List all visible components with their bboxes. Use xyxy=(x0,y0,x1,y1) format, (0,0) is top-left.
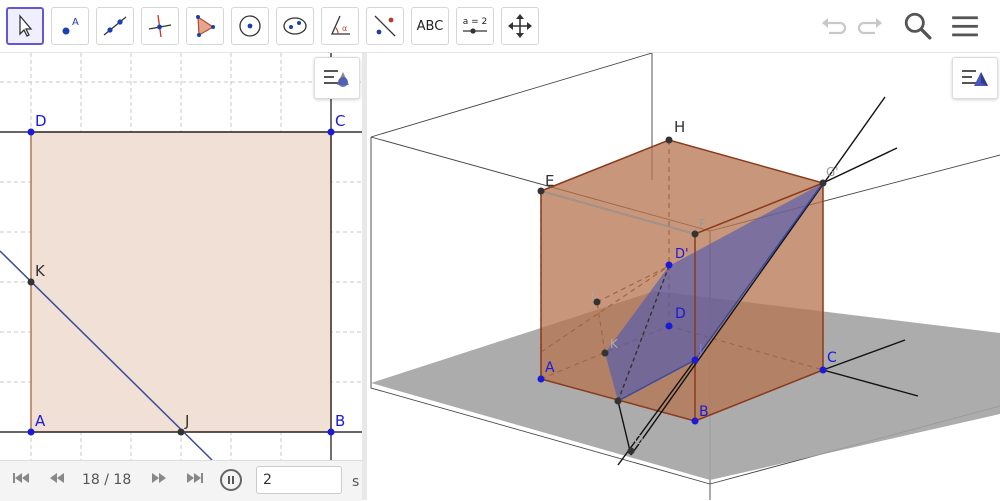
menu-icon xyxy=(952,16,978,37)
redo-button[interactable] xyxy=(854,9,888,43)
label-h-3d: H xyxy=(674,118,685,136)
point-h-3d[interactable] xyxy=(665,136,673,144)
label-q-3d: O xyxy=(634,433,643,447)
polygon-tool-button[interactable] xyxy=(186,7,224,45)
point-q-3d[interactable] xyxy=(627,447,635,455)
last-frame-button[interactable] xyxy=(186,471,204,489)
point-d-3d[interactable] xyxy=(665,322,673,330)
svg-text:α: α xyxy=(342,24,347,33)
point-c-2d[interactable] xyxy=(327,128,335,136)
point-dprime-3d[interactable] xyxy=(665,261,673,269)
point-j-2d[interactable] xyxy=(177,428,185,436)
line-tool-button[interactable] xyxy=(96,7,134,45)
main-menu-button[interactable] xyxy=(948,9,982,43)
label-f-3d: F xyxy=(699,217,706,231)
point-i-3d[interactable] xyxy=(593,298,601,306)
perpendicular-line-tool-button[interactable] xyxy=(141,7,179,45)
step-back-button[interactable] xyxy=(48,471,66,489)
label-e-3d: E xyxy=(545,172,554,190)
undo-button[interactable] xyxy=(816,9,850,43)
point-e-3d[interactable] xyxy=(537,187,545,195)
rewind-icon xyxy=(50,473,64,483)
slider-tool-button[interactable]: a = 2 xyxy=(456,7,494,45)
redo-icon xyxy=(857,18,882,35)
polygon-icon xyxy=(196,15,215,37)
point-z-3d[interactable] xyxy=(601,349,609,357)
label-z-3d: K xyxy=(610,337,619,351)
line-through-points-icon xyxy=(103,16,127,36)
move-arrows-icon xyxy=(508,14,532,38)
label-c-3d: C xyxy=(827,350,837,366)
undo-icon xyxy=(822,18,847,35)
square-face-abcd[interactable] xyxy=(30,131,332,433)
ellipse-tool-button[interactable] xyxy=(276,7,314,45)
angle-tool-button[interactable]: α xyxy=(321,7,359,45)
graphics-canvas-3d[interactable]: H E F G' D' D A B C J I K O xyxy=(367,53,1000,500)
move-graphics-view-tool-button[interactable] xyxy=(501,7,539,45)
circle-tool-button[interactable] xyxy=(231,7,269,45)
point-g-3d[interactable] xyxy=(819,179,827,187)
first-frame-button[interactable] xyxy=(12,471,30,489)
label-a-3d: A xyxy=(545,360,555,376)
speed-unit-label: s xyxy=(352,474,360,490)
point-f-3d[interactable] xyxy=(691,230,699,238)
point-j-3d[interactable] xyxy=(614,397,622,405)
pause-icon xyxy=(228,476,234,484)
point-b-3d[interactable] xyxy=(691,417,699,425)
toolbar: A α ABC a = 2 xyxy=(0,0,1000,53)
point-tool-button[interactable]: A xyxy=(51,7,89,45)
label-a-2d: A xyxy=(35,412,46,430)
style-bar-3d-icon xyxy=(962,70,988,86)
label-dprime-3d: D' xyxy=(675,247,689,262)
search-button[interactable] xyxy=(901,9,935,43)
animation-playbar: 18 / 18 s xyxy=(0,460,362,501)
cursor-arrow-icon xyxy=(19,14,33,37)
graphics-view-3d[interactable]: H E F G' D' D A B C J I K O xyxy=(367,53,1000,500)
slider-icon-label: a = 2 xyxy=(462,17,488,27)
graphics-canvas-2d[interactable]: D C K A B J xyxy=(0,53,362,460)
point-a-2d[interactable] xyxy=(27,428,35,436)
graphics-view-2d[interactable]: D C K A B J xyxy=(0,53,362,460)
skip-to-start-icon xyxy=(13,473,29,483)
pause-button[interactable] xyxy=(220,469,242,491)
point-icon-label: A xyxy=(72,17,79,28)
step-forward-button[interactable] xyxy=(150,471,168,489)
skip-to-end-icon xyxy=(187,473,203,483)
point-b-2d[interactable] xyxy=(327,428,335,436)
label-b-3d: B xyxy=(699,404,709,420)
point-c-3d[interactable] xyxy=(819,366,827,374)
label-y-3d: J xyxy=(698,342,703,356)
label-b-2d: B xyxy=(335,412,345,430)
style-bar-2d-icon xyxy=(324,70,349,87)
fast-forward-icon xyxy=(152,473,166,483)
move-tool-button[interactable] xyxy=(6,7,44,45)
graphics-style-bar-button[interactable] xyxy=(314,57,360,99)
text-tool-button[interactable]: ABC xyxy=(411,7,449,45)
label-c-2d: C xyxy=(335,112,345,130)
label-k-2d: K xyxy=(35,262,46,280)
label-j-2d: J xyxy=(184,412,189,430)
text-icon: ABC xyxy=(416,18,444,34)
animation-speed-input[interactable] xyxy=(256,466,342,494)
label-d-3d: D xyxy=(675,306,686,322)
point-d-2d[interactable] xyxy=(27,128,35,136)
reflect-about-line-icon xyxy=(374,15,396,37)
slider-icon: a = 2 xyxy=(461,17,489,35)
angle-icon: α xyxy=(330,15,350,35)
point-y-3d[interactable] xyxy=(691,356,699,364)
ellipse-icon xyxy=(283,17,307,35)
label-i-3d: I xyxy=(591,290,594,301)
frame-counter: 18 / 18 xyxy=(82,472,132,488)
point-icon: A xyxy=(62,17,79,35)
label-d-2d: D xyxy=(35,112,47,130)
point-k-2d[interactable] xyxy=(27,278,35,286)
search-icon xyxy=(904,12,932,40)
label-g-3d: G' xyxy=(826,165,839,179)
graphics3d-style-bar-button[interactable] xyxy=(952,57,998,99)
circle-icon xyxy=(239,15,261,37)
perpendicular-icon xyxy=(148,14,172,38)
point-a-3d[interactable] xyxy=(537,375,545,383)
reflect-tool-button[interactable] xyxy=(366,7,404,45)
